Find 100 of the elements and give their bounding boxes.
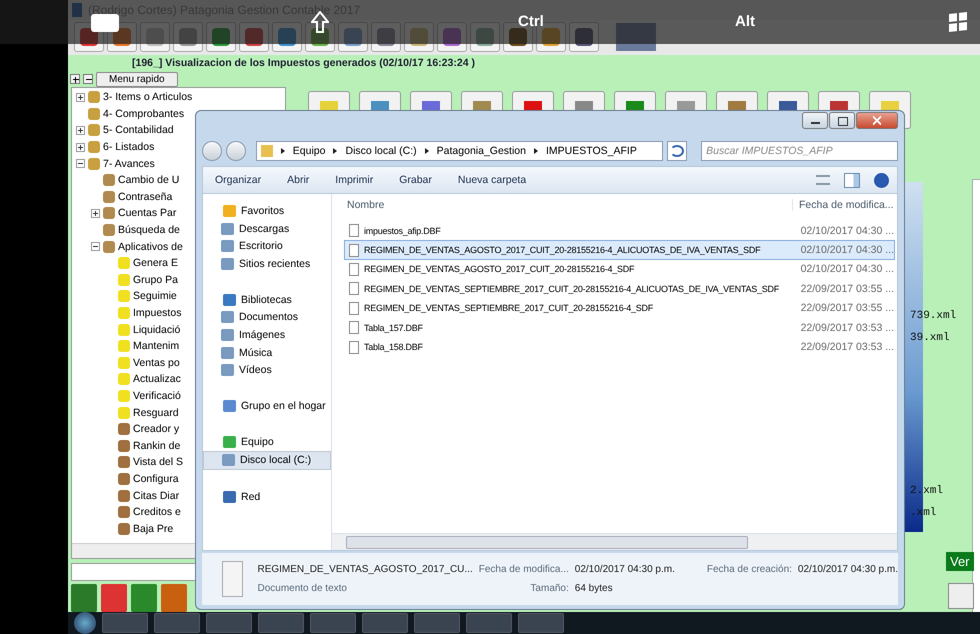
nav-item[interactable]: Vídeos [203,362,331,380]
folder-icon [260,145,273,157]
file-row[interactable]: REGIMEN_DE_VENTAS_SEPTIEMBRE_2017_CUIT_20-28155216-4_ALICUOTAS_DE_IVA_VENTAS_SDF 22/09/2017 03:55 ... [344,279,895,299]
tree-item[interactable]: 4- Comprobantes [103,108,184,120]
collapse-icon[interactable] [91,242,100,252]
key-button[interactable]: Alt [735,13,755,30]
refresh-button[interactable] [667,141,688,161]
command-button[interactable]: Imprimir [335,174,374,186]
preview-pane-icon[interactable] [844,172,860,188]
tree-item[interactable]: Cambio de U [118,174,180,186]
tree-item[interactable]: Seguimie [133,290,177,302]
nav-item[interactable]: Equipo [241,436,274,448]
tree-item[interactable]: Cuentas Par [118,207,176,220]
file-date: 02/10/2017 04:30 ... [800,244,894,256]
tree-item[interactable]: Creador y [133,423,180,436]
quick-menu-button[interactable]: Menu rapido [96,72,178,87]
start-button[interactable] [74,612,96,634]
taskbar-button[interactable] [102,613,148,633]
file-row[interactable]: REGIMEN_DE_VENTAS_AGOSTO_2017_CUIT_20-28155216-4_SDF 02/10/2017 04:30 ... [344,260,895,280]
tree-item[interactable]: Rankin de [133,440,180,452]
command-button[interactable]: Grabar [399,174,432,186]
command-button[interactable]: Abrir [287,174,310,186]
tree-item[interactable]: Actualizac [133,373,181,386]
nav-item[interactable]: Imágenes [203,326,331,344]
nav-item[interactable]: Descargas [203,220,331,238]
taskbar-button[interactable] [362,613,408,633]
breadcrumb-item[interactable]: Equipo [292,145,326,157]
tree-item[interactable]: Ventas po [133,356,180,369]
breadcrumb-item[interactable]: Disco local (C:) [345,145,417,157]
back-button[interactable] [202,141,222,161]
nav-item[interactable]: Favoritos [241,204,284,217]
key-button[interactable]: Ctrl [518,13,544,30]
tree-item[interactable]: 3- Items o Articulos [103,91,192,104]
nav-item[interactable]: Música [203,344,331,362]
file-row[interactable]: Tabla_158.DBF 22/09/2017 03:53 ... [344,337,895,357]
tree-item[interactable]: Citas Diar [133,490,180,502]
file-row[interactable]: REGIMEN_DE_VENTAS_AGOSTO_2017_CUIT_20-28155216-4_ALICUOTAS_DE_IVA_VENTAS_SDF 02/10/2017 04:30 ... [344,240,895,260]
minimize-button[interactable] [802,112,828,129]
tree-item[interactable]: Búsqueda de [118,224,180,236]
breadcrumb-item[interactable]: IMPUESTOS_AFIP [546,145,637,157]
nav-item[interactable]: Sitios recientes [203,255,331,273]
address-bar[interactable]: Equipo Disco local (C:) Patagonia_Gestion IMPUESTOS_AFIP [256,141,664,161]
taskbar-button[interactable] [310,613,356,633]
column-header[interactable]: Nombre [332,199,792,211]
tree-item[interactable]: Liquidació [133,324,180,336]
breadcrumb-item[interactable]: Patagonia_Gestion [436,145,526,157]
taskbar-button[interactable] [466,613,512,633]
tree-item[interactable]: 7- Avances [103,158,155,170]
file-row[interactable]: Tabla_157.DBF 22/09/2017 03:53 ... [344,318,895,338]
tree-item[interactable]: Genera E [133,257,178,270]
tree-item[interactable]: Grupo Pa [133,274,178,286]
expand-all-button[interactable] [70,74,80,84]
tree-item[interactable]: Baja Pre [133,522,174,535]
tree-item[interactable]: 5- Contabilidad [103,124,174,136]
file-name: 739.xml [910,310,956,322]
nav-item[interactable]: Documentos [203,308,331,326]
scrollbar[interactable] [332,533,897,550]
tree-item[interactable]: Configura [133,472,179,485]
nav-item[interactable]: Bibliotecas [241,294,292,306]
collapse-all-button[interactable] [83,74,93,84]
close-button[interactable] [856,112,898,129]
expand-icon[interactable] [91,208,100,218]
collapse-icon[interactable] [76,159,85,168]
taskbar-button[interactable] [258,613,304,633]
taskbar-button[interactable] [154,613,200,633]
file-row[interactable]: impuestos_afip.DBF 02/10/2017 04:30 ... [344,221,895,240]
maximize-button[interactable] [829,112,855,129]
nav-item[interactable]: Red [241,491,260,504]
tree-item[interactable]: Aplicativos de [118,240,183,253]
tree-item[interactable]: Creditos e [133,506,181,518]
taskbar-button[interactable] [518,613,564,633]
search-field[interactable]: Buscar IMPUESTOS_AFIP [701,141,898,161]
tree-item[interactable]: Impuestos [133,307,182,320]
command-button[interactable]: Nueva carpeta [458,174,526,186]
tree-item[interactable]: Vista del S [133,456,184,468]
taskbar-button[interactable] [414,613,460,633]
expand-icon[interactable] [76,126,85,135]
tree-node-icon [118,373,130,386]
help-icon[interactable] [874,172,889,188]
taskbar-button[interactable] [206,613,252,633]
windows-logo-icon[interactable] [949,12,967,32]
tree-item[interactable]: Mantenim [133,340,180,352]
tree-node-icon [118,406,130,419]
nav-item-icon [221,364,234,376]
view-options-icon[interactable] [816,175,830,185]
nav-item[interactable]: Disco local (C:) [203,450,331,470]
command-button[interactable]: Organizar [215,174,262,186]
tree-node-icon [88,108,100,120]
expand-icon[interactable] [76,142,85,152]
view-button[interactable]: Ver [946,552,974,571]
column-header[interactable]: Fecha de modifica... [792,199,894,211]
file-row[interactable]: REGIMEN_DE_VENTAS_SEPTIEMBRE_2017_CUIT_20-28155216-4_SDF 22/09/2017 03:55 ... [344,298,895,318]
tree-item[interactable]: Verificació [133,390,181,402]
nav-item[interactable]: Grupo en el hogar [241,400,326,412]
tree-item[interactable]: 6- Listados [103,141,154,154]
forward-button[interactable] [226,141,246,161]
tree-item[interactable]: Resguard [133,406,179,419]
nav-item[interactable]: Escritorio [203,237,331,256]
expand-icon[interactable] [76,92,85,102]
tree-item[interactable]: Contraseña [118,190,172,203]
